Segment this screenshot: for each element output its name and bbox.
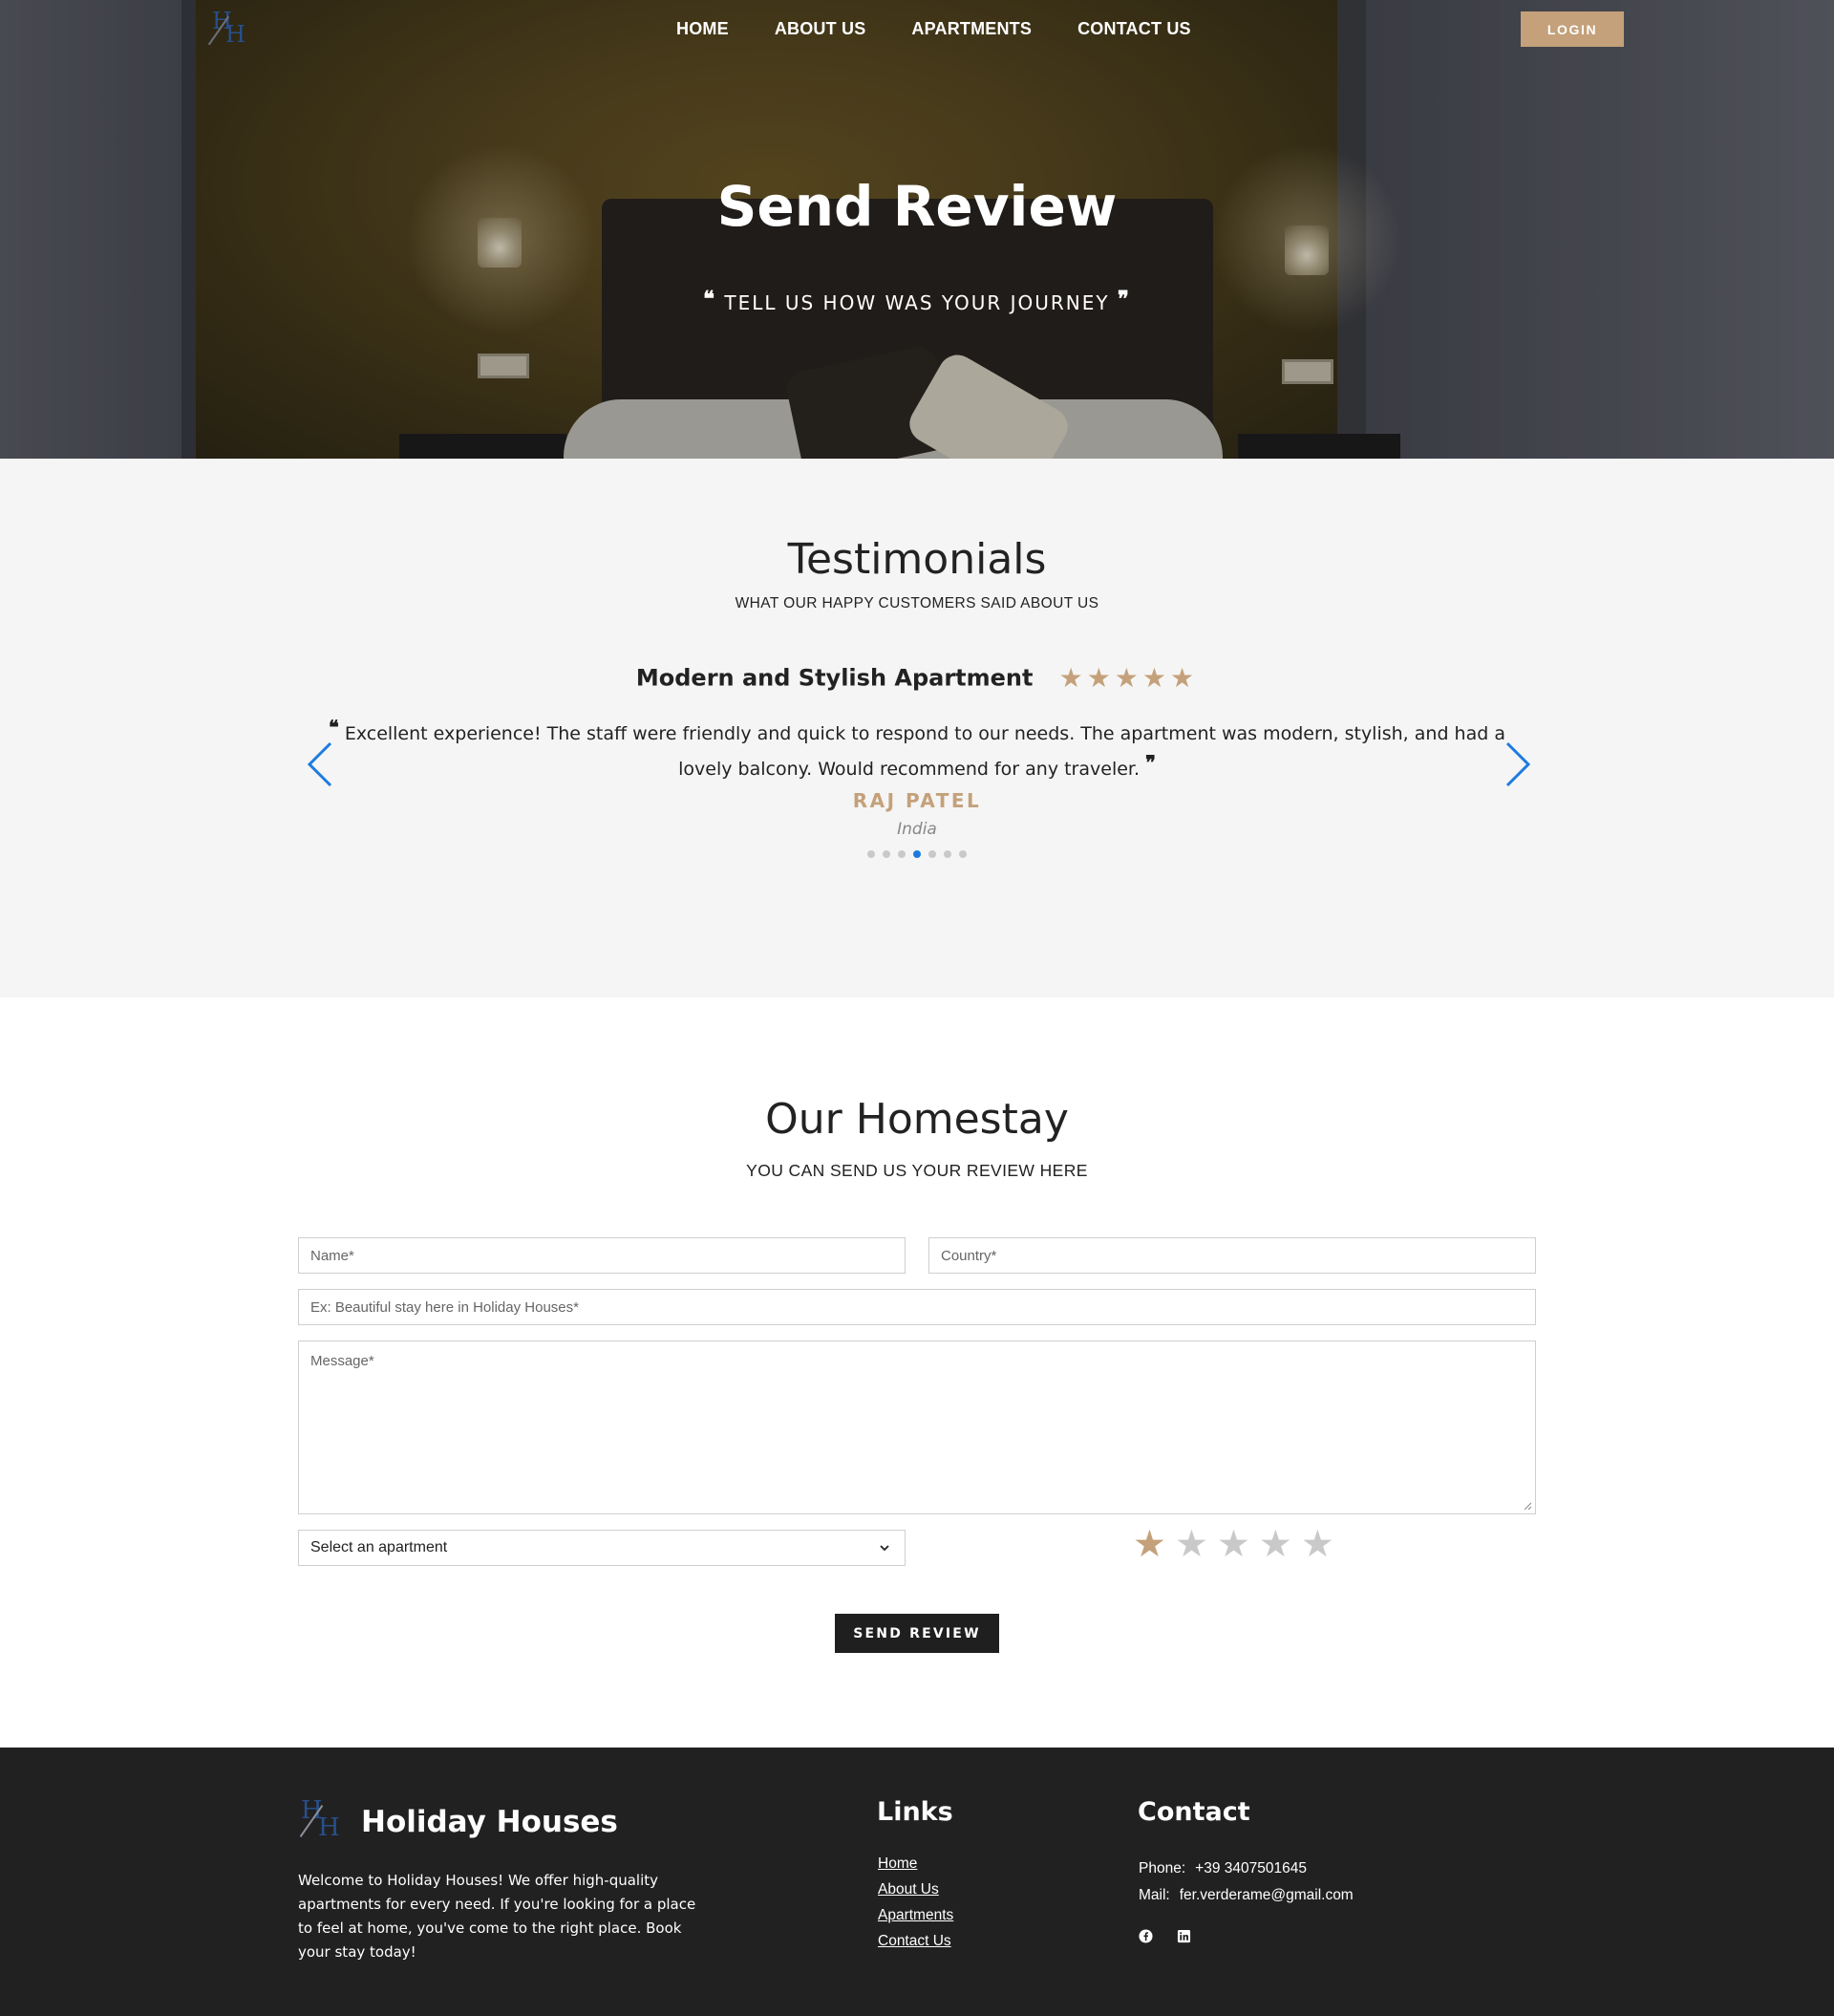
phone-value[interactable]: +39 3407501645 <box>1195 1860 1307 1877</box>
message-placeholder: Message* <box>310 1353 374 1369</box>
rating-star-3-icon[interactable]: ★ <box>1217 1526 1250 1563</box>
footer-links: Home About Us Apartments Contact Us <box>878 1855 953 1950</box>
apartment-select-value: Select an apartment <box>310 1539 448 1555</box>
testimonials-title: Testimonials <box>787 535 1047 584</box>
facebook-icon[interactable] <box>1139 1929 1153 1943</box>
apartment-select[interactable]: Select an apartment <box>298 1530 906 1566</box>
footer-link-about-us[interactable]: About Us <box>878 1881 953 1898</box>
testimonial-rating: ★ ★ ★ ★ ★ <box>1059 662 1199 694</box>
testimonials-section: Testimonials WHAT OUR HAPPY CUSTOMERS SA… <box>0 459 1834 997</box>
send-review-button[interactable]: SEND REVIEW <box>835 1614 999 1653</box>
testimonial-country: India <box>897 820 937 839</box>
star-icon: ★ <box>1141 662 1167 694</box>
nav-link-apartments[interactable]: APARTMENTS <box>911 19 1032 39</box>
rating-star-5-icon[interactable]: ★ <box>1301 1526 1334 1563</box>
carousel-dot[interactable] <box>928 850 936 858</box>
testimonial-title: Modern and Stylish Apartment <box>635 664 1034 692</box>
footer-link-home[interactable]: Home <box>878 1855 953 1873</box>
star-icon: ★ <box>1170 662 1195 694</box>
rating-star-1-icon[interactable]: ★ <box>1133 1526 1166 1563</box>
country-input[interactable]: Country* <box>928 1237 1536 1274</box>
carousel-dot[interactable] <box>944 850 951 858</box>
rating-star-4-icon[interactable]: ★ <box>1259 1526 1292 1563</box>
testimonial-header: Modern and Stylish Apartment ★ ★ ★ ★ ★ <box>0 662 1834 694</box>
footer-links-title: Links <box>877 1797 953 1827</box>
nav-link-about-us[interactable]: ABOUT US <box>775 19 866 39</box>
phone-label: Phone: <box>1139 1860 1186 1877</box>
quote-open-icon: ❝ <box>703 287 716 311</box>
page-title: Send Review <box>716 174 1118 239</box>
message-textarea[interactable]: Message* <box>298 1340 1536 1514</box>
hero-subtitle: ❝ TELL US HOW WAS YOUR JOURNEY ❞ <box>0 287 1834 314</box>
footer-logo-icon[interactable]: HH <box>299 1796 345 1844</box>
form-title: Our Homestay <box>765 1095 1069 1144</box>
footer-brand: Holiday Houses <box>361 1805 618 1839</box>
top-navigation: HH HOME ABOUT US APARTMENTS CONTACT US L… <box>0 0 1834 57</box>
footer-contact-info: Phone: +39 3407501645 Mail: fer.verderame@… <box>1139 1855 1354 1909</box>
footer-link-contact-us[interactable]: Contact Us <box>878 1933 953 1950</box>
testimonials-subtitle: WHAT OUR HAPPY CUSTOMERS SAID ABOUT US <box>735 595 1099 611</box>
carousel-dot-active[interactable] <box>913 850 921 858</box>
testimonial-text: ❝ Excellent experience! The staff were f… <box>325 713 1509 783</box>
site-logo-icon[interactable]: HH <box>207 8 248 50</box>
star-icon: ★ <box>1058 662 1083 694</box>
nav-links: HOME ABOUT US APARTMENTS CONTACT US <box>676 19 1191 39</box>
mail-value[interactable]: fer.verderame@gmail.com <box>1180 1887 1354 1903</box>
name-input[interactable]: Name* <box>298 1237 906 1274</box>
carousel-dot[interactable] <box>867 850 875 858</box>
nav-link-contact-us[interactable]: CONTACT US <box>1077 19 1191 39</box>
testimonial-author: RAJ PATEL <box>852 789 982 812</box>
chevron-down-icon <box>880 1545 889 1552</box>
carousel-dot[interactable] <box>883 850 890 858</box>
login-button[interactable]: LOGIN <box>1521 11 1624 47</box>
quote-close-icon: ❞ <box>1145 751 1156 774</box>
rating-star-2-icon[interactable]: ★ <box>1175 1526 1208 1563</box>
linkedin-icon[interactable] <box>1177 1929 1191 1943</box>
quote-open-icon: ❝ <box>329 716 339 739</box>
testimonial-body: Excellent experience! The staff were fri… <box>344 723 1505 780</box>
footer: HH Holiday Houses Welcome to Holiday Hou… <box>0 1748 1834 2016</box>
footer-about-text: Welcome to Holiday Houses! We offer high… <box>298 1872 696 1961</box>
rating-input: ★ ★ ★ ★ ★ <box>1133 1526 1334 1563</box>
carousel-dot[interactable] <box>898 850 906 858</box>
review-form-section: Our Homestay YOU CAN SEND US YOUR REVIEW… <box>0 997 1834 1748</box>
resize-handle-icon[interactable] <box>1523 1501 1532 1511</box>
star-icon: ★ <box>1114 662 1139 694</box>
mail-label: Mail: <box>1139 1887 1170 1903</box>
star-icon: ★ <box>1086 662 1111 694</box>
review-title-input[interactable]: Ex: Beautiful stay here in Holiday House… <box>298 1289 1536 1325</box>
footer-contact-title: Contact <box>1138 1797 1250 1827</box>
form-subtitle: YOU CAN SEND US YOUR REVIEW HERE <box>746 1161 1088 1180</box>
carousel-pagination <box>0 850 1834 858</box>
hero-subtitle-text: TELL US HOW WAS YOUR JOURNEY <box>724 291 1110 314</box>
hero-banner: HH HOME ABOUT US APARTMENTS CONTACT US L… <box>0 0 1834 459</box>
nav-link-home[interactable]: HOME <box>676 19 729 39</box>
carousel-dot[interactable] <box>959 850 967 858</box>
social-links <box>1139 1929 1191 1943</box>
footer-link-apartments[interactable]: Apartments <box>878 1907 953 1924</box>
quote-close-icon: ❞ <box>1117 287 1131 311</box>
